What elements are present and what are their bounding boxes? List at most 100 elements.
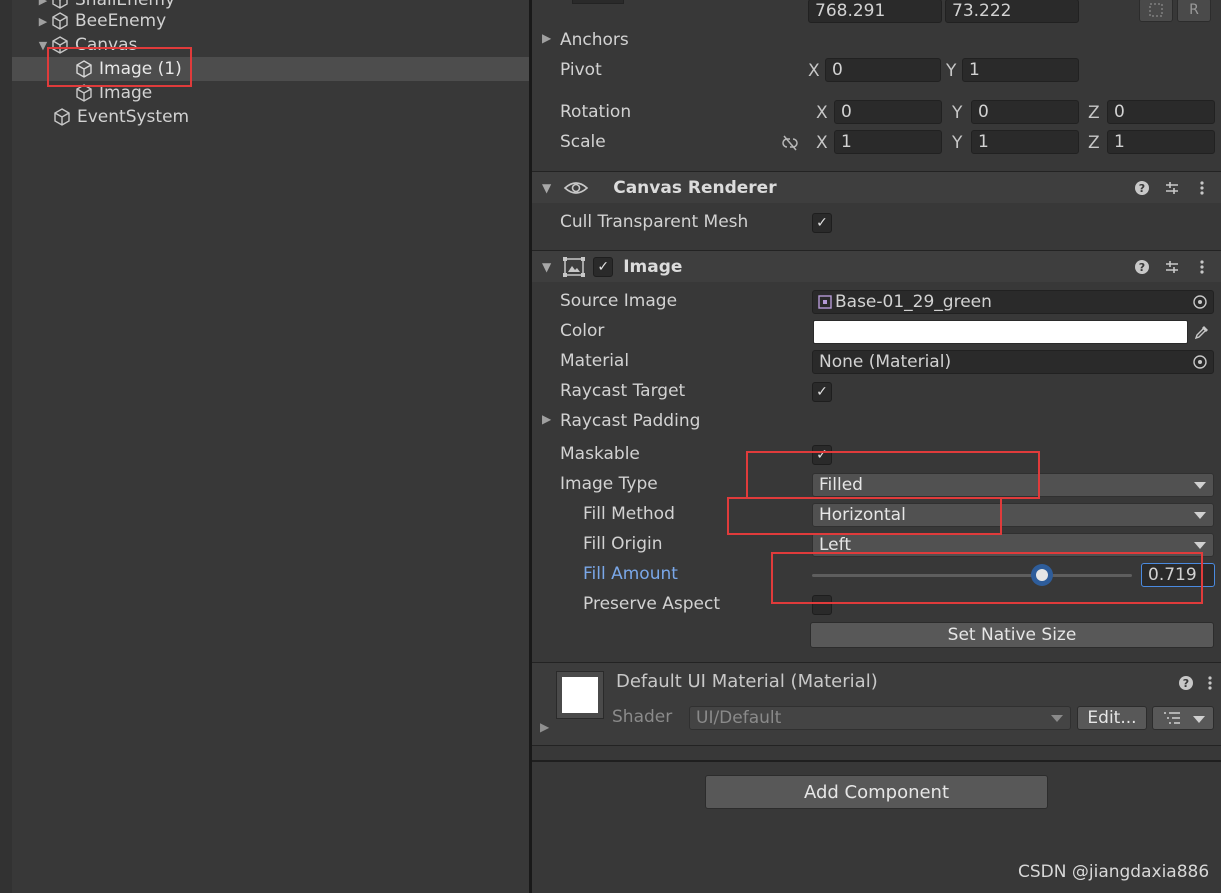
presets-sliders-icon[interactable] [1162, 178, 1182, 198]
help-icon[interactable]: ? [1132, 257, 1152, 277]
pivot-x-field[interactable]: 0 [825, 58, 941, 82]
image-component-header[interactable]: ▼ ✓ Image [532, 250, 1221, 282]
raw-edit-button[interactable]: R [1177, 0, 1211, 22]
chevron-down-icon [1193, 716, 1205, 723]
sprite-icon [818, 295, 832, 309]
gameobject-cube-icon [54, 108, 70, 126]
rotation-y-axis-label[interactable]: Y [952, 103, 962, 123]
expand-arrow-icon[interactable]: ▶ [36, 0, 50, 7]
maskable-label: Maskable [560, 444, 640, 464]
shader-dropdown[interactable]: UI/Default [689, 706, 1071, 730]
rotation-x-field[interactable]: 0 [834, 100, 942, 124]
highlight-box [771, 552, 1203, 604]
context-menu-kebab-icon[interactable] [1192, 257, 1212, 277]
eyedropper-icon[interactable] [1192, 322, 1212, 342]
anchors-label[interactable]: Anchors [560, 30, 629, 50]
image-enabled-checkbox[interactable]: ✓ [593, 256, 614, 277]
width-field[interactable]: 768.291 [808, 0, 942, 23]
foldout-arrow-icon[interactable]: ▼ [542, 181, 551, 195]
hierarchy-item-beeenemy[interactable]: ▶ BeeEnemy [12, 9, 529, 33]
checkmark-icon: ✓ [597, 258, 610, 275]
image-component-title: Image [623, 256, 683, 277]
fill-amount-label: Fill Amount [583, 564, 678, 584]
chevron-down-icon [1194, 542, 1206, 549]
fill-method-label: Fill Method [583, 504, 675, 524]
raycast-padding-foldout-arrow-icon[interactable]: ▶ [542, 412, 551, 426]
material-field[interactable]: None (Material) [812, 350, 1214, 374]
chevron-down-icon [1194, 482, 1206, 489]
material-title: Default UI Material (Material) [616, 671, 878, 692]
shader-label: Shader [612, 707, 673, 727]
highlight-box [746, 451, 1040, 499]
constrain-proportions-unlinked-icon[interactable] [780, 134, 800, 152]
hierarchy-item-label: BeeEnemy [75, 11, 167, 31]
blueprint-mode-button[interactable] [1139, 0, 1173, 22]
svg-text:?: ? [1183, 677, 1189, 690]
eye-icon [564, 181, 589, 194]
context-menu-kebab-icon[interactable] [1192, 178, 1212, 198]
color-label: Color [560, 321, 605, 341]
raw-edit-icon: R [1189, 2, 1199, 18]
color-swatch-field[interactable] [813, 320, 1188, 344]
set-native-size-button[interactable]: Set Native Size [810, 622, 1214, 648]
presets-sliders-icon[interactable] [1162, 257, 1182, 277]
scale-z-axis-label[interactable]: Z [1088, 133, 1100, 153]
highlight-box [727, 497, 1002, 535]
help-icon[interactable]: ? [1176, 673, 1196, 693]
image-type-label: Image Type [560, 474, 658, 494]
help-icon[interactable]: ? [1132, 178, 1152, 198]
svg-text:?: ? [1139, 261, 1145, 274]
scale-x-axis-label[interactable]: X [816, 133, 828, 153]
checkmark-icon: ✓ [816, 384, 828, 400]
gameobject-cube-icon [52, 12, 68, 30]
pivot-x-axis-label[interactable]: X [808, 61, 820, 81]
shader-list-button[interactable] [1152, 706, 1214, 730]
rotation-z-axis-label[interactable]: Z [1088, 103, 1100, 123]
scale-z-field[interactable]: 1 [1107, 130, 1215, 154]
checkmark-icon: ✓ [816, 215, 828, 231]
scale-label: Scale [560, 132, 606, 152]
context-menu-kebab-icon[interactable] [1200, 673, 1220, 693]
rotation-y-field[interactable]: 0 [971, 100, 1079, 124]
scale-y-axis-label[interactable]: Y [952, 133, 962, 153]
cull-transparent-mesh-label: Cull Transparent Mesh [560, 212, 749, 232]
expand-arrow-icon[interactable]: ▶ [36, 14, 50, 28]
scale-x-field[interactable]: 1 [834, 130, 942, 154]
blueprint-icon [1149, 3, 1163, 17]
raycast-target-label: Raycast Target [560, 381, 686, 401]
chevron-down-icon [1051, 715, 1063, 722]
cull-transparent-mesh-checkbox[interactable]: ✓ [812, 213, 832, 233]
foldout-arrow-icon[interactable]: ▼ [542, 260, 551, 274]
height-field[interactable]: 73.222 [945, 0, 1079, 23]
anchor-preset-swatch[interactable] [572, 0, 624, 4]
watermark-text: CSDN @jiangdaxia886 [1018, 862, 1210, 882]
hierarchy-item-label: EventSystem [77, 107, 190, 127]
canvas-renderer-header[interactable]: ▼ Canvas Renderer [532, 171, 1221, 203]
object-picker-target-icon[interactable] [1190, 352, 1210, 372]
object-picker-target-icon[interactable] [1190, 292, 1210, 312]
rotation-z-field[interactable]: 0 [1107, 100, 1215, 124]
canvas-renderer-title: Canvas Renderer [613, 177, 777, 198]
shader-edit-button[interactable]: Edit... [1077, 706, 1147, 730]
add-component-button[interactable]: Add Component [705, 775, 1048, 809]
fill-origin-label: Fill Origin [583, 534, 663, 554]
material-foldout-arrow-icon[interactable]: ▶ [540, 720, 549, 734]
pivot-y-axis-label[interactable]: Y [946, 61, 956, 81]
scale-y-field[interactable]: 1 [971, 130, 1079, 154]
chevron-down-icon [1194, 512, 1206, 519]
raycast-padding-label[interactable]: Raycast Padding [560, 411, 700, 431]
anchors-foldout-arrow-icon[interactable]: ▶ [542, 31, 551, 45]
hierarchy-panel: ▶ SnailEnemy ▶ BeeEnemy ▼ Canvas Image (… [0, 0, 529, 893]
material-label: Material [560, 351, 630, 371]
inspector-panel: 768.291 73.222 R ▶ Anchors Pivot X 0 Y 1… [532, 0, 1221, 893]
source-image-field[interactable]: Base-01_29_green [812, 290, 1214, 314]
material-preview-thumbnail [556, 671, 604, 719]
pivot-label: Pivot [560, 60, 602, 80]
section-divider [532, 745, 1221, 746]
section-divider [532, 760, 1221, 762]
rotation-label: Rotation [560, 102, 632, 122]
raycast-target-checkbox[interactable]: ✓ [812, 382, 832, 402]
rotation-x-axis-label[interactable]: X [816, 103, 828, 123]
hierarchy-item-eventsystem[interactable]: EventSystem [12, 105, 529, 129]
pivot-y-field[interactable]: 1 [962, 58, 1079, 82]
